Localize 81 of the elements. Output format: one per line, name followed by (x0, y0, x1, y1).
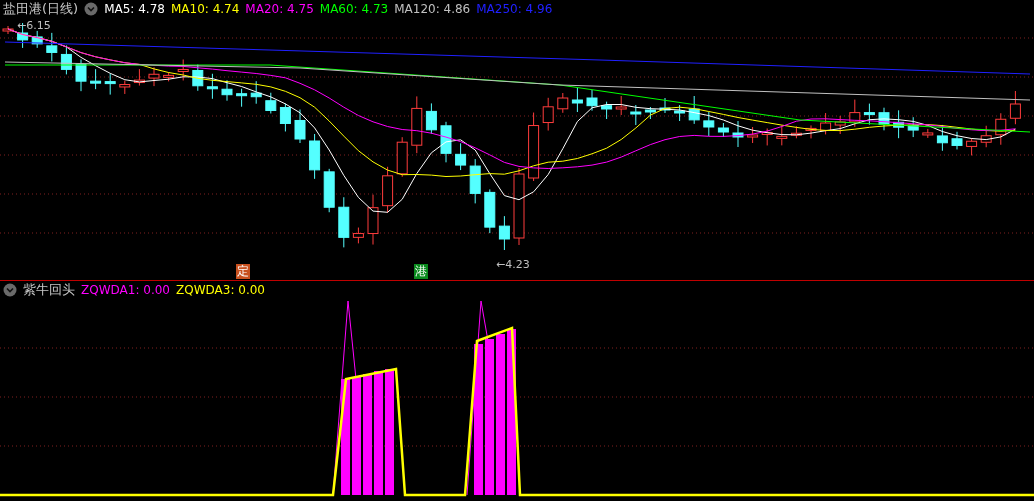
candlestick (995, 112, 1007, 146)
candlestick (2, 25, 14, 35)
candlestick (469, 158, 481, 204)
candlestick (805, 124, 817, 139)
signal-marker: 港 (414, 264, 428, 279)
candlestick (601, 101, 613, 120)
candlestick (382, 166, 394, 214)
candlestick (163, 71, 175, 82)
candlestick (659, 97, 671, 114)
candlestick (966, 137, 978, 156)
candlestick (790, 125, 802, 139)
moving-average-value: MA60: 4.73 (319, 2, 389, 16)
candlestick (221, 79, 233, 102)
candlestick (893, 109, 905, 139)
candlestick (615, 95, 627, 116)
candlestick (688, 95, 700, 125)
candlestick (46, 32, 58, 62)
candlestick (31, 30, 43, 49)
candlestick (309, 133, 321, 180)
candlestick (951, 131, 963, 150)
candlestick (542, 97, 554, 132)
dropdown-icon[interactable] (84, 2, 99, 16)
candlestick (703, 111, 715, 137)
candlestick (747, 126, 759, 144)
low-price-label: ←4.23 (496, 258, 530, 271)
candlestick (425, 102, 437, 135)
moving-average-value: MA120: 4.86 (394, 2, 471, 16)
stock-title: 盐田港(日线) (3, 0, 79, 18)
candlestick (528, 112, 540, 182)
indicator-value: ZQWDA3: 0.00 (176, 283, 265, 297)
candlestick (980, 125, 992, 148)
candlestick (411, 95, 423, 154)
candlestick (586, 89, 598, 112)
candlestick (148, 66, 160, 87)
candlestick (236, 88, 248, 108)
candlestick (761, 127, 773, 146)
candlestick (907, 116, 919, 138)
candlestick (820, 112, 832, 135)
candlestick (338, 196, 350, 248)
candlestick (294, 109, 306, 144)
candlestick (878, 107, 890, 131)
candlestick (484, 188, 496, 234)
dropdown-icon[interactable] (3, 283, 17, 297)
candlestick (498, 215, 510, 251)
candlestick (352, 227, 364, 244)
candlestick (717, 122, 729, 138)
candlestick (776, 124, 788, 146)
candlestick (279, 103, 291, 132)
indicator-title: 紫牛回头 (23, 281, 75, 299)
candlestick (177, 59, 189, 81)
candlestick (863, 103, 875, 126)
candlestick (571, 87, 583, 113)
candlestick (630, 104, 642, 126)
candlestick (60, 44, 72, 75)
candlestick (75, 58, 87, 92)
candlestick (90, 68, 102, 90)
candlestick (265, 92, 277, 114)
candlestick (732, 120, 744, 148)
candlestick (440, 121, 452, 163)
candlestick (922, 128, 934, 139)
candlestick (644, 106, 656, 120)
candlestick (674, 104, 686, 122)
moving-average-value: MA10: 4.74 (170, 2, 240, 16)
candlestick (849, 99, 861, 128)
candlestick (133, 68, 145, 87)
moving-average-value: MA20: 4.75 (245, 2, 314, 16)
candlestick (557, 92, 569, 114)
candlestick (367, 194, 379, 246)
candlestick (119, 80, 131, 95)
moving-average-value: MA250: 4.96 (476, 2, 553, 16)
candlestick (455, 142, 467, 171)
candlestick (396, 136, 408, 178)
signal-marker: 定 (236, 264, 250, 279)
candlestick (250, 80, 262, 105)
candlestick (834, 115, 846, 135)
candlestick (206, 73, 218, 100)
candlestick (323, 168, 335, 213)
indicator-value: ZQWDA1: 0.00 (81, 283, 170, 297)
candlestick (104, 73, 116, 96)
moving-average-value: MA5: 4.78 (104, 2, 165, 16)
candlestick (1009, 90, 1021, 125)
